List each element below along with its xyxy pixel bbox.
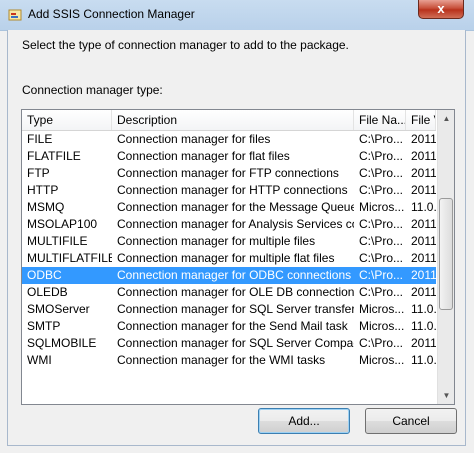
- add-button[interactable]: Add...: [258, 408, 350, 434]
- row-file-version: 2011.: [411, 149, 436, 163]
- row-description: Connection manager for SQL Server Compac…: [117, 336, 354, 350]
- row-file-name: C:\Pro...: [359, 183, 404, 197]
- row-file-name: C:\Pro...: [359, 251, 404, 265]
- row-file-name: C:\Pro...: [359, 268, 404, 282]
- row-description: Connection manager for SQL Server transf…: [117, 302, 354, 316]
- row-file-version: 2011.: [411, 166, 436, 180]
- column-header-description[interactable]: Description: [112, 110, 354, 130]
- row-type: SQLMOBILE: [27, 336, 97, 350]
- row-description: Connection manager for multiple flat fil…: [117, 251, 335, 265]
- row-file-name: C:\Pro...: [359, 234, 404, 248]
- list-item[interactable]: MULTIFILE Connection manager for multiple…: [22, 233, 436, 250]
- list-item[interactable]: SMOServer Connection manager for SQL Serv…: [22, 301, 436, 318]
- row-type: MSOLAP100: [27, 217, 98, 231]
- row-file-version: 2011.: [411, 217, 436, 231]
- row-type: MSMQ: [27, 200, 65, 214]
- row-description: Connection manager for files: [117, 132, 271, 146]
- row-file-name: C:\Pro...: [359, 336, 404, 350]
- row-description: Connection manager for ODBC connections: [117, 268, 352, 282]
- row-file-name: C:\Pro...: [359, 217, 404, 231]
- row-type: SMOServer: [27, 302, 90, 316]
- window-title: Add SSIS Connection Manager: [28, 7, 195, 21]
- row-file-version: 11.0.0: [411, 302, 436, 316]
- row-description: Connection manager for HTTP connections: [117, 183, 348, 197]
- row-type: MULTIFLATFILE: [27, 251, 112, 265]
- column-header-file-version[interactable]: File V: [406, 110, 436, 130]
- row-description: Connection manager for flat files: [117, 149, 290, 163]
- column-header-type[interactable]: Type: [22, 110, 112, 130]
- list-rows: FILE Connection manager for files C:\Pro..…: [22, 131, 436, 369]
- connection-manager-list[interactable]: Type Description File Na... File V FILE C…: [21, 109, 455, 405]
- row-type: OLEDB: [27, 285, 68, 299]
- list-item[interactable]: FILE Connection manager for files C:\Pro..…: [22, 131, 436, 148]
- title-bar[interactable]: Add SSIS Connection Manager x: [0, 0, 474, 31]
- connection-type-label: Connection manager type:: [22, 83, 163, 97]
- row-type: MULTIFILE: [27, 234, 88, 248]
- list-item[interactable]: FLATFILE Connection manager for flat file…: [22, 148, 436, 165]
- list-item[interactable]: MULTIFLATFILE Connection manager for mult…: [22, 250, 436, 267]
- list-item[interactable]: SMTP Connection manager for the Send Mail…: [22, 318, 436, 335]
- column-header-file-name[interactable]: File Na...: [354, 110, 406, 130]
- close-button[interactable]: x: [418, 0, 464, 19]
- row-file-name: C:\Pro...: [359, 132, 404, 146]
- cancel-button[interactable]: Cancel: [365, 408, 457, 434]
- list-item[interactable]: FTP Connection manager for FTP connection…: [22, 165, 436, 182]
- row-type: ODBC: [27, 268, 62, 282]
- row-description: Connection manager for FTP connections: [117, 166, 339, 180]
- list-item[interactable]: MSMQ Connection manager for the Message Q…: [22, 199, 436, 216]
- row-description: Connection manager for multiple files: [117, 234, 316, 248]
- row-file-name: Micros...: [359, 302, 405, 316]
- scroll-up-icon[interactable]: ▲: [438, 110, 454, 127]
- close-icon: x: [437, 1, 445, 16]
- list-item[interactable]: HTTP Connection manager for HTTP connecti…: [22, 182, 436, 199]
- instruction-text: Select the type of connection manager to…: [22, 38, 349, 52]
- scroll-thumb[interactable]: [439, 198, 453, 310]
- row-file-name: Micros...: [359, 319, 405, 333]
- row-file-version: 2011.: [411, 336, 436, 350]
- dialog-client-area: Select the type of connection manager to…: [7, 30, 466, 446]
- row-file-version: 2011.: [411, 268, 436, 282]
- list-header: Type Description File Na... File V: [22, 110, 436, 131]
- row-type: WMI: [27, 353, 52, 367]
- row-description: Connection manager for OLE DB connection…: [117, 285, 354, 299]
- row-type: HTTP: [27, 183, 59, 197]
- list-item[interactable]: OLEDB Connection manager for OLE DB conne…: [22, 284, 436, 301]
- row-description: Connection manager for the WMI tasks: [117, 353, 326, 367]
- ssis-app-icon: [8, 9, 22, 21]
- row-file-version: 2011.: [411, 234, 436, 248]
- row-description: Connection manager for Analysis Services…: [117, 217, 354, 231]
- row-file-name: Micros...: [359, 353, 405, 367]
- row-file-name: C:\Pro...: [359, 166, 404, 180]
- list-item[interactable]: ODBC Connection manager for ODBC connecti…: [22, 267, 436, 284]
- row-type: FLATFILE: [27, 149, 81, 163]
- row-description: Connection manager for the Send Mail tas…: [117, 319, 348, 333]
- list-item[interactable]: SQLMOBILE Connection manager for SQL Serv…: [22, 335, 436, 352]
- row-file-version: 11.0.0: [411, 319, 436, 333]
- scroll-down-icon[interactable]: ▼: [438, 387, 454, 404]
- list-item[interactable]: MSOLAP100 Connection manager for Analysis…: [22, 216, 436, 233]
- row-file-version: 2011.: [411, 132, 436, 146]
- row-type: FILE: [27, 132, 53, 146]
- row-file-version: 2011.: [411, 183, 436, 197]
- row-file-name: Micros...: [359, 200, 405, 214]
- row-file-version: 11.0.0: [411, 353, 436, 367]
- row-type: SMTP: [27, 319, 61, 333]
- row-file-name: C:\Pro...: [359, 285, 404, 299]
- vertical-scrollbar[interactable]: ▲ ▼: [437, 110, 454, 404]
- row-type: FTP: [27, 166, 50, 180]
- row-file-name: C:\Pro...: [359, 149, 404, 163]
- dialog-window: Add SSIS Connection Manager x Select the…: [0, 0, 474, 453]
- row-file-version: 2011.: [411, 251, 436, 265]
- row-file-version: 2011.: [411, 285, 436, 299]
- row-description: Connection manager for the Message Queue…: [117, 200, 354, 214]
- row-file-version: 11.0.0: [411, 200, 436, 214]
- list-item[interactable]: WMI Connection manager for the WMI tasks M…: [22, 352, 436, 369]
